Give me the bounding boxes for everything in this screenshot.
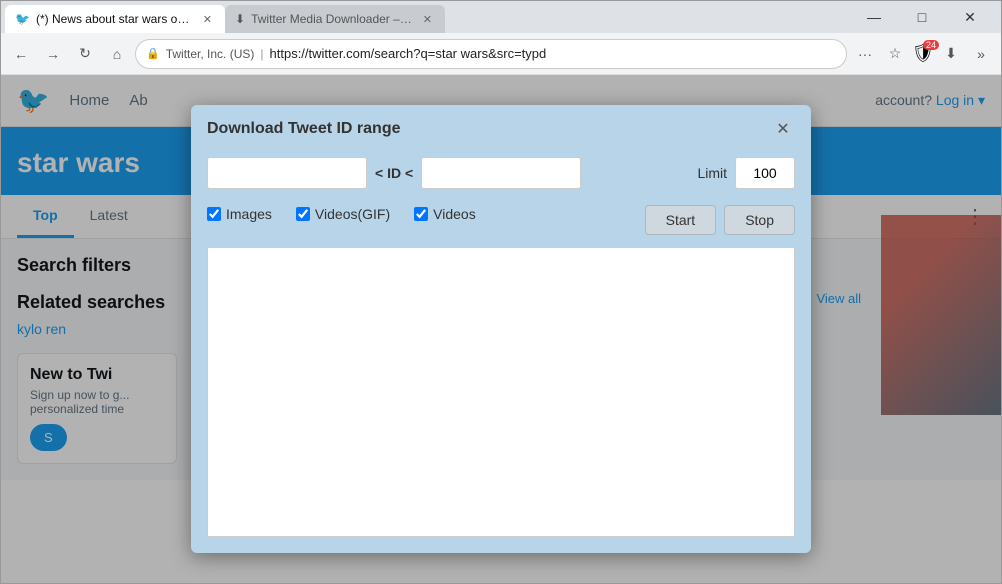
nav-right: ··· ☆ 🛡 24 ⬇ » (851, 40, 995, 68)
id-end-input[interactable] (421, 157, 581, 189)
close-button[interactable]: ✕ (947, 3, 993, 31)
modal-title: Download Tweet ID range (207, 120, 401, 138)
more-options-button[interactable]: ··· (851, 40, 879, 68)
address-bar[interactable]: 🔒 Twitter, Inc. (US) | https://twitter.c… (135, 39, 847, 69)
tabs-container: 🐦 (*) News about star wars on Twitter ✕ … (5, 1, 851, 33)
page-content: 🐦 Home Ab account? Log in ▾ star wars To… (1, 75, 1001, 583)
url-text: https://twitter.com/search?q=star wars&s… (270, 46, 836, 61)
address-separator: | (260, 47, 263, 61)
nav-bar: ← → ↻ ⌂ 🔒 Twitter, Inc. (US) | https://t… (1, 33, 1001, 75)
browser-window: 🐦 (*) News about star wars on Twitter ✕ … (0, 0, 1002, 584)
window-controls: — □ ✕ (851, 3, 997, 31)
id-range-row: < ID < Limit (207, 157, 795, 189)
start-button[interactable]: Start (645, 205, 717, 235)
more-extensions-button[interactable]: » (967, 40, 995, 68)
limit-input[interactable] (735, 157, 795, 189)
id-separator: < ID < (375, 165, 413, 181)
modal-header: Download Tweet ID range ✕ (191, 105, 811, 149)
tab-twitter[interactable]: 🐦 (*) News about star wars on Twitter ✕ (5, 5, 225, 33)
tab-twitter-favicon: 🐦 (15, 12, 30, 26)
tab-twitter-title: (*) News about star wars on Twitter (36, 12, 194, 26)
modal-overlay: Download Tweet ID range ✕ < ID < Limit (1, 75, 1001, 583)
limit-label: Limit (697, 165, 727, 181)
tab-downloader-title: Twitter Media Downloader – Add-o (251, 12, 414, 26)
images-checkbox-item[interactable]: Images (207, 206, 272, 222)
tab-downloader-close[interactable]: ✕ (420, 12, 435, 27)
back-button[interactable]: ← (7, 40, 35, 68)
extension-count: 24 (923, 40, 939, 50)
minimize-button[interactable]: — (851, 3, 897, 31)
videos-checkbox[interactable] (414, 207, 428, 221)
stop-button[interactable]: Stop (724, 205, 795, 235)
id-start-input[interactable] (207, 157, 367, 189)
maximize-button[interactable]: □ (899, 3, 945, 31)
tab-twitter-close[interactable]: ✕ (200, 12, 215, 27)
output-content (208, 248, 794, 536)
videos-gif-checkbox[interactable] (296, 207, 310, 221)
home-button[interactable]: ⌂ (103, 40, 131, 68)
options-and-buttons-row: Images Videos(GIF) Videos (207, 205, 795, 235)
bookmark-button[interactable]: ☆ (881, 40, 909, 68)
security-icon: 🔒 (146, 47, 160, 60)
download-modal: Download Tweet ID range ✕ < ID < Limit (191, 105, 811, 553)
action-buttons: Start Stop (645, 205, 795, 235)
videos-gif-label: Videos(GIF) (315, 206, 390, 222)
title-bar: 🐦 (*) News about star wars on Twitter ✕ … (1, 1, 1001, 33)
tab-downloader-favicon: ⬇ (235, 12, 245, 26)
tab-downloader[interactable]: ⬇ Twitter Media Downloader – Add-o ✕ (225, 5, 445, 33)
modal-body: < ID < Limit Images (191, 149, 811, 553)
download-button[interactable]: ⬇ (937, 40, 965, 68)
videos-checkbox-item[interactable]: Videos (414, 206, 476, 222)
videos-gif-checkbox-item[interactable]: Videos(GIF) (296, 206, 390, 222)
refresh-button[interactable]: ↻ (71, 40, 99, 68)
modal-close-button[interactable]: ✕ (771, 117, 795, 141)
extension-badge[interactable]: 🛡 24 (911, 42, 935, 66)
company-name: Twitter, Inc. (US) (166, 47, 255, 61)
options-row: Images Videos(GIF) Videos (207, 206, 476, 222)
output-area-container[interactable] (207, 247, 795, 537)
images-label: Images (226, 206, 272, 222)
videos-label: Videos (433, 206, 476, 222)
forward-button[interactable]: → (39, 40, 67, 68)
images-checkbox[interactable] (207, 207, 221, 221)
